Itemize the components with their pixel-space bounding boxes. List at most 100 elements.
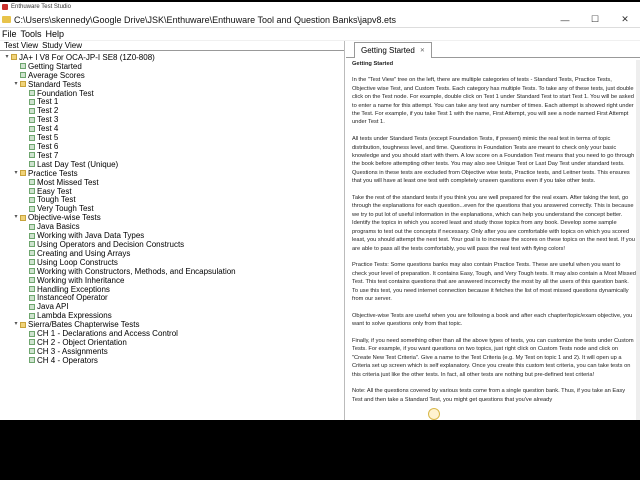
tree-node-label: Using Operators and Decision Constructs	[37, 239, 185, 249]
tree-node-label: JA+ I V8 For OCA-JP-I SE8 (1Z0-808)	[19, 53, 155, 62]
doc-paragraph-6: Finally, if you need something other tha…	[352, 337, 634, 378]
doc-paragraph-5: Objective-wise Tests are useful when you…	[352, 312, 633, 328]
tree-node-label: Test 3	[37, 115, 59, 125]
folder-icon	[20, 321, 26, 328]
file-path-title: C:\Users\skennedy\Google Drive\JSK\Enthu…	[14, 14, 397, 25]
tree-node[interactable]: Test 6	[0, 142, 345, 151]
test-icon	[29, 348, 35, 355]
menu-tools[interactable]: Tools	[21, 29, 42, 39]
test-icon	[20, 63, 26, 70]
right-pane: Getting Started ✕ Getting Started In the…	[346, 41, 640, 420]
tree-node[interactable]: CH 4 - Operators	[0, 356, 345, 365]
tree-node-label: CH 2 - Object Orientation	[37, 337, 127, 347]
java-app-icon	[2, 4, 8, 10]
test-icon	[29, 196, 35, 203]
folder-icon	[20, 81, 26, 88]
doc-paragraph-7: Note: All the questions covered by vario…	[352, 388, 626, 403]
tree-node[interactable]: ▾ Practice Tests	[0, 169, 345, 178]
tab-getting-started-label: Getting Started	[361, 46, 415, 55]
tree-node[interactable]: ▾ Standard Tests	[0, 80, 345, 89]
tree-node[interactable]: Average Scores	[0, 71, 345, 80]
tree-node[interactable]: Getting Started	[0, 62, 345, 71]
tree-node-label: Handling Exceptions	[37, 284, 110, 294]
maximize-button[interactable]: ☐	[580, 13, 610, 27]
tree-node-label: Working with Constructors, Methods, and …	[37, 266, 236, 276]
tab-test-view[interactable]: Test View	[4, 41, 38, 50]
tree-node[interactable]: Using Loop Constructs	[0, 258, 345, 267]
tree-node[interactable]: Handling Exceptions	[0, 285, 345, 294]
tree-node[interactable]: Very Tough Test	[0, 204, 345, 213]
test-icon	[29, 330, 35, 337]
tree-node[interactable]: Creating and Using Arrays	[0, 249, 345, 258]
tree-node[interactable]: Using Operators and Decision Constructs	[0, 240, 345, 249]
tree-node-label: Very Tough Test	[37, 204, 94, 214]
tree-node[interactable]: Test 2	[0, 106, 345, 115]
tree-node[interactable]: Most Missed Test	[0, 178, 345, 187]
tree-node-label: Working with Inheritance	[37, 275, 125, 285]
test-icon	[29, 205, 35, 212]
tree-node[interactable]: CH 1 - Declarations and Access Control	[0, 329, 345, 338]
tree-node[interactable]: CH 2 - Object Orientation	[0, 338, 345, 347]
tree-node[interactable]: Test 3	[0, 115, 345, 124]
tree-node-label: Foundation Test	[37, 88, 94, 98]
doc-paragraph-2: All tests under Standard Tests (except F…	[352, 136, 635, 185]
tree-node[interactable]: Foundation Test	[0, 89, 345, 98]
close-button[interactable]: ✕	[610, 13, 640, 27]
test-icon	[29, 152, 35, 159]
tree-node-label: Average Scores	[28, 70, 85, 80]
test-icon	[29, 179, 35, 186]
tree-node[interactable]: ▾ JA+ I V8 For OCA-JP-I SE8 (1Z0-808)	[0, 53, 345, 62]
tree-node[interactable]: Test 4	[0, 124, 345, 133]
tree-node[interactable]: Java Basics	[0, 222, 345, 231]
menu-help[interactable]: Help	[46, 29, 65, 39]
tree-node-label: Practice Tests	[28, 168, 78, 178]
expand-toggle-icon[interactable]: ▾	[13, 80, 19, 89]
tree-node[interactable]: Test 5	[0, 133, 345, 142]
tree-node[interactable]: Easy Test	[0, 187, 345, 196]
test-icon	[29, 259, 35, 266]
tree-node-label: Test 2	[37, 106, 59, 116]
vertical-scrollbar[interactable]	[636, 60, 640, 420]
expand-toggle-icon[interactable]: ▾	[13, 169, 19, 178]
tree-node[interactable]: ▾ Objective-wise Tests	[0, 213, 345, 222]
minimize-button[interactable]: —	[550, 13, 580, 27]
test-icon	[29, 241, 35, 248]
tree-node-label: Creating and Using Arrays	[37, 248, 131, 258]
tree-node[interactable]: Test 7	[0, 151, 345, 160]
tab-study-view[interactable]: Study View	[42, 41, 82, 50]
test-icon	[29, 143, 35, 150]
mouse-cursor-highlight	[428, 408, 440, 420]
tree-node-label: Most Missed Test	[37, 177, 99, 187]
tree-node[interactable]: Working with Constructors, Methods, and …	[0, 267, 345, 276]
tree-node[interactable]: Working with Inheritance	[0, 276, 345, 285]
test-icon	[29, 134, 35, 141]
expand-toggle-icon[interactable]: ▾	[4, 53, 10, 62]
tree-node-label: CH 1 - Declarations and Access Control	[37, 329, 178, 339]
expand-toggle-icon[interactable]: ▾	[13, 213, 19, 222]
close-icon[interactable]: ✕	[420, 47, 425, 54]
tree-node[interactable]: Instanceof Operator	[0, 293, 345, 302]
test-icon	[20, 72, 26, 79]
tree-node-label: Test 7	[37, 150, 59, 160]
test-icon	[29, 268, 35, 275]
tree-node[interactable]: Java API	[0, 302, 345, 311]
tree-node[interactable]: ▾ Sierra/Bates Chapterwise Tests	[0, 320, 345, 329]
tree-node[interactable]: Test 1	[0, 97, 345, 107]
test-icon	[29, 339, 35, 346]
tree-node[interactable]: Tough Test	[0, 195, 345, 204]
app-window: Enthuware Test Studio C:\Users\skennedy\…	[0, 2, 640, 420]
tree-node[interactable]: Lambda Expressions	[0, 311, 345, 320]
test-tree: ▾ JA+ I V8 For OCA-JP-I SE8 (1Z0-808) Gett…	[0, 53, 345, 420]
tree-node-label: Using Loop Constructs	[37, 257, 118, 267]
tree-node-label: Test 6	[37, 142, 59, 152]
menu-file[interactable]: File	[2, 29, 17, 39]
test-icon	[29, 250, 35, 257]
test-icon	[29, 98, 35, 105]
tree-node[interactable]: CH 3 - Assignments	[0, 347, 345, 356]
tree-node[interactable]: Working with Java Data Types	[0, 231, 345, 240]
tab-getting-started[interactable]: Getting Started ✕	[354, 42, 432, 58]
tree-node[interactable]: Last Day Test (Unique)	[0, 160, 345, 169]
test-icon	[29, 294, 35, 301]
expand-toggle-icon[interactable]: ▾	[13, 320, 19, 329]
tree-node-label: Test 1	[37, 97, 59, 107]
